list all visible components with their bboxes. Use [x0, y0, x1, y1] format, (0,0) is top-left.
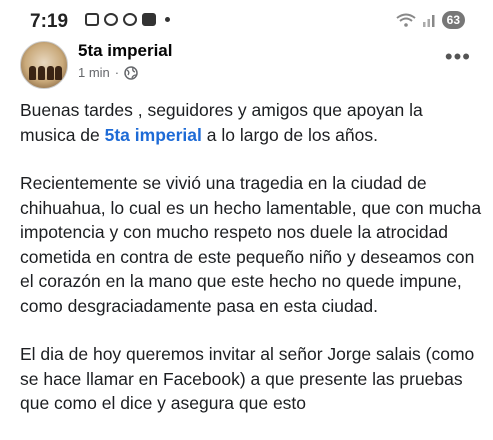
wifi-icon	[396, 13, 416, 27]
avatar-figure	[29, 66, 36, 80]
globe-icon	[124, 65, 138, 80]
notification-icons	[85, 13, 170, 26]
signal-icon	[422, 15, 435, 27]
post-paragraph-2: Recientemente se vivió una tragedia en l…	[20, 173, 482, 316]
youtube-icon	[142, 13, 156, 26]
avatar-figure	[38, 66, 45, 80]
page-avatar[interactable]	[20, 41, 68, 89]
post-paragraph-1: Buenas tardes , seguidores y amigos que …	[20, 98, 482, 147]
post-meta: 1 min ·	[78, 65, 138, 80]
post-header: 5ta imperial 1 min · •••	[0, 38, 493, 90]
paragraph-text: a lo largo de los años.	[201, 124, 378, 145]
status-time: 7:19	[30, 11, 69, 32]
avatar-figure	[55, 66, 62, 80]
post-body: Buenas tardes , seguidores y amigos que …	[20, 98, 482, 440]
notification-icon	[85, 13, 99, 26]
post-paragraph-3: El dia de hoy queremos invitar al señor …	[20, 344, 475, 413]
post-time[interactable]: 1 min	[78, 65, 110, 80]
avatar-figure	[47, 66, 54, 80]
app-notification-icon	[104, 13, 118, 26]
more-notifications-dot-icon	[165, 17, 170, 22]
status-right: 63	[396, 11, 465, 29]
battery-indicator: 63	[441, 11, 465, 29]
more-options-button[interactable]: •••	[445, 44, 471, 70]
page-name-link[interactable]: 5ta imperial	[78, 41, 173, 61]
status-bar: 7:19 63	[0, 0, 493, 38]
app-notification-icon-2	[123, 13, 137, 26]
page-mention-link[interactable]: 5ta imperial	[105, 125, 202, 145]
meta-separator: ·	[114, 65, 120, 80]
